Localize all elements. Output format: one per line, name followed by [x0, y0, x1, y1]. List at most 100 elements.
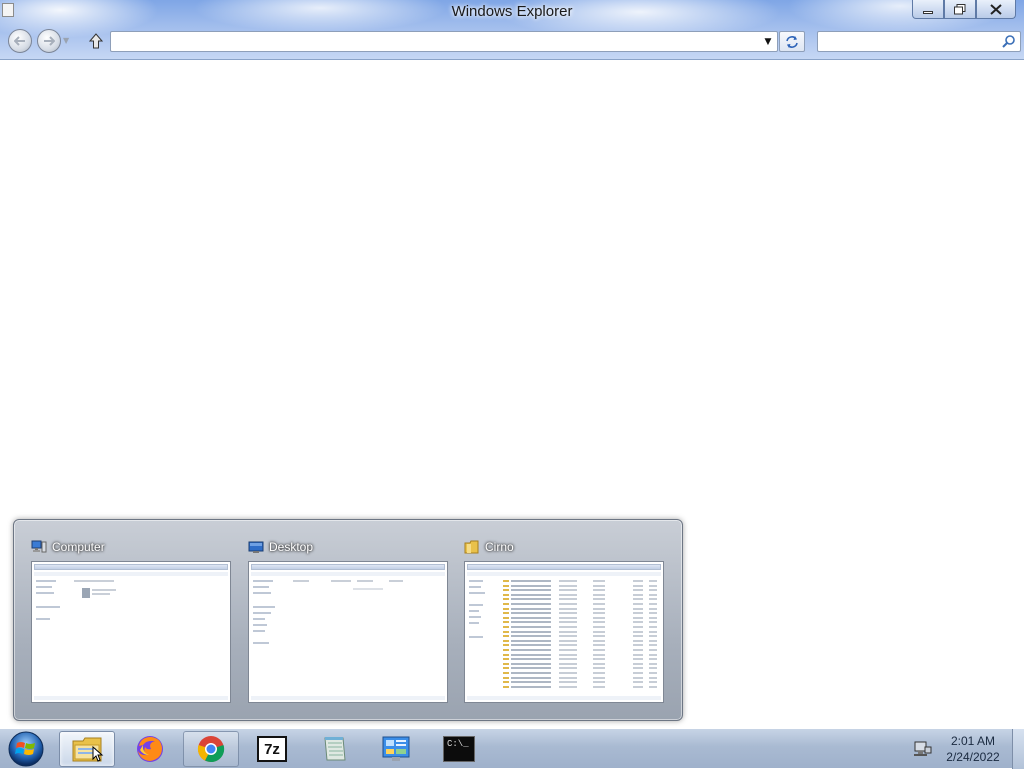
- preview-file-row: [503, 616, 509, 619]
- preview-file-row: [559, 639, 577, 642]
- preview-file-row: [559, 607, 577, 610]
- thumbnail-computer[interactable]: Computer: [31, 538, 231, 703]
- window-controls: [912, 0, 1016, 19]
- preview-file-row: [559, 676, 577, 679]
- preview-file-row: [511, 685, 551, 688]
- preview-file-row: [649, 621, 657, 624]
- preview-sidebar: [469, 580, 499, 680]
- preview-file-row: [649, 626, 657, 628]
- folder-icon: [464, 540, 479, 554]
- address-bar[interactable]: ▼: [110, 31, 778, 52]
- thumbnail-header: Computer: [31, 538, 231, 556]
- preview-file-row: [593, 649, 605, 651]
- recent-pages-dropdown[interactable]: ▼: [63, 36, 69, 45]
- preview-file-row: [511, 584, 551, 587]
- preview-file-row: [633, 681, 643, 684]
- preview-file-row: [649, 612, 657, 615]
- preview-file-row: [649, 607, 657, 610]
- preview-file-row: [511, 626, 551, 628]
- title-bar: Windows Explorer ▼ ▼: [0, 0, 1024, 60]
- network-icon[interactable]: [913, 739, 933, 759]
- preview-toolbar: [34, 572, 228, 576]
- preview-file-row: [593, 626, 605, 628]
- taskbar-firefox-button[interactable]: [122, 731, 178, 767]
- close-button[interactable]: [976, 0, 1016, 19]
- preview-file-row: [633, 584, 643, 587]
- start-button[interactable]: [4, 730, 48, 768]
- preview-file-row: [633, 621, 643, 624]
- preview-file-row: [511, 589, 551, 592]
- preview-file-row: [593, 603, 605, 605]
- preview-file-row: [593, 676, 605, 679]
- preview-address-bar: [34, 564, 228, 570]
- preview-file-row: [649, 630, 657, 633]
- minimize-button[interactable]: [912, 0, 944, 19]
- system-clock[interactable]: 2:01 AM 2/24/2022: [940, 733, 1006, 765]
- preview-file-row: [511, 649, 551, 651]
- preview-file-row: [503, 626, 509, 628]
- taskbar-control-panel-button[interactable]: [368, 731, 424, 767]
- preview-file-row: [559, 630, 577, 633]
- preview-statusbar: [467, 696, 661, 700]
- preview-file-row: [503, 580, 509, 582]
- preview-row: [389, 580, 403, 582]
- address-dropdown-button[interactable]: ▼: [761, 34, 775, 49]
- preview-file-row: [503, 630, 509, 633]
- preview-file-row: [593, 580, 605, 582]
- taskbar-cmd-button[interactable]: C:\_: [431, 731, 487, 767]
- search-icon[interactable]: [1002, 34, 1016, 48]
- preview-file-row: [559, 616, 577, 619]
- preview-file-row: [633, 667, 643, 670]
- preview-file-row: [559, 649, 577, 651]
- thumbnail-preview[interactable]: [464, 561, 664, 703]
- show-desktop-button[interactable]: [1012, 729, 1024, 769]
- taskbar-notepad-button[interactable]: [306, 731, 362, 767]
- preview-sidebar: [253, 580, 283, 680]
- clock-time: 2:01 AM: [950, 734, 996, 748]
- preview-file-row: [511, 681, 551, 684]
- chrome-icon: [197, 736, 225, 763]
- thumbnail-cirno[interactable]: Cirno: [464, 538, 664, 703]
- restore-button[interactable]: [944, 0, 976, 19]
- taskbar-7zip-button[interactable]: 7z: [244, 731, 300, 767]
- preview-file-row: [511, 639, 551, 642]
- preview-file-row: [649, 580, 657, 582]
- cmd-icon: C:\_: [443, 736, 475, 762]
- taskbar-explorer-button[interactable]: [59, 731, 115, 767]
- forward-button[interactable]: [37, 29, 61, 53]
- preview-file-row: [633, 603, 643, 605]
- preview-file-row: [559, 584, 577, 587]
- preview-file-row: [649, 672, 657, 674]
- navigation-bar: ▼ ▼: [0, 28, 1024, 56]
- preview-file-row: [511, 621, 551, 624]
- computer-icon: [31, 540, 47, 553]
- preview-file-row: [633, 612, 643, 615]
- preview-file-row: [593, 584, 605, 587]
- search-input[interactable]: [817, 31, 1021, 52]
- thumbnail-title: Cirno: [485, 540, 514, 554]
- preview-file-row: [649, 658, 657, 661]
- preview-file-row: [593, 667, 605, 670]
- refresh-button[interactable]: [779, 31, 805, 52]
- preview-file-row: [649, 603, 657, 605]
- preview-file-row: [511, 676, 551, 679]
- thumbnail-preview[interactable]: [248, 561, 448, 703]
- preview-statusbar: [251, 696, 445, 700]
- preview-file-row: [511, 616, 551, 619]
- preview-file-row: [593, 593, 605, 596]
- thumbnail-desktop[interactable]: Desktop: [248, 538, 448, 703]
- preview-file-row: [593, 621, 605, 624]
- taskbar-chrome-button[interactable]: [183, 731, 239, 767]
- preview-file-row: [593, 685, 605, 688]
- back-button[interactable]: [8, 29, 32, 53]
- preview-file-row: [511, 593, 551, 596]
- preview-file-row: [511, 672, 551, 674]
- up-button[interactable]: [86, 31, 106, 51]
- thumbnail-preview[interactable]: [31, 561, 231, 703]
- back-arrow-icon: [14, 36, 25, 46]
- preview-file-row: [649, 639, 657, 642]
- preview-file-row: [633, 653, 643, 656]
- preview-file-row: [559, 589, 577, 592]
- preview-file-row: [593, 644, 605, 647]
- preview-file-row: [649, 676, 657, 679]
